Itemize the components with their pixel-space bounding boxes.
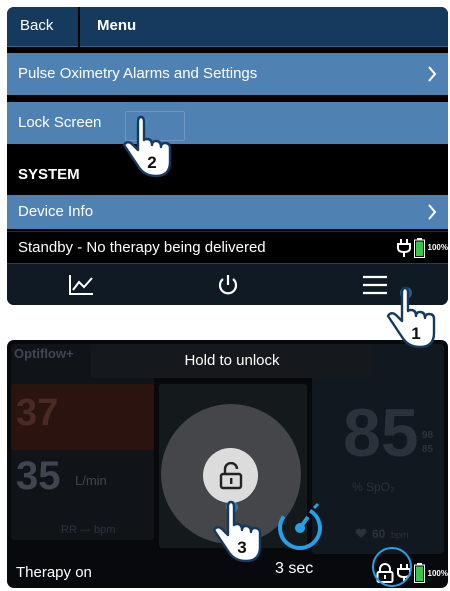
section-heading-system: SYSTEM (18, 166, 80, 183)
plug-icon (396, 238, 411, 257)
hold-to-unlock-prompt: Hold to unlock (91, 344, 373, 378)
menu-item-pulse-oximetry[interactable]: Pulse Oximetry Alarms and Settings (7, 53, 448, 95)
step-3-number: 3 (237, 538, 246, 557)
spo2-value: 85 (343, 395, 419, 471)
step-2-number: 2 (147, 153, 156, 172)
menu-item-label: Lock Screen (18, 114, 102, 131)
trend-button[interactable] (7, 264, 154, 305)
spo2-label: % SpO₂ (352, 480, 395, 494)
battery-percent: 100% (427, 568, 448, 578)
menu-screen: Back Menu Pulse Oximetry Alarms and Sett… (7, 7, 448, 305)
power-button[interactable] (154, 264, 301, 305)
heart-icon (355, 528, 367, 538)
step-1-number: 1 (411, 324, 420, 343)
chevron-right-icon (428, 66, 437, 82)
status-text: Standby - No therapy being delivered (18, 239, 266, 256)
battery-icon (413, 237, 425, 258)
rr-label: RR — bpm (61, 524, 116, 536)
tap-hand-step-2-icon: 2 (122, 115, 172, 178)
battery-percent: 100% (427, 242, 448, 252)
menu-header: Back Menu (7, 7, 448, 47)
unlock-button[interactable] (203, 448, 258, 503)
menu-item-label: Device Info (18, 203, 94, 220)
oxygen-value: 37 (16, 392, 59, 434)
flow-tab-label: Optiflow+ (14, 346, 74, 361)
status-bar: Standby - No therapy being delivered 100… (7, 231, 448, 263)
power-icon (218, 274, 237, 294)
unlocked-padlock-icon (219, 461, 242, 489)
tap-hand-step-3-icon: 3 (212, 500, 262, 563)
lock-indicator-highlight-ring (372, 547, 412, 587)
back-button[interactable]: Back (7, 7, 80, 47)
battery-icon (413, 563, 425, 583)
menu-item-device-info[interactable]: Device Info (7, 195, 448, 229)
spo2-limit-low: 85 (422, 444, 434, 455)
trend-chart-icon (68, 274, 93, 295)
pulse-unit: bpm (391, 530, 409, 540)
timer-icon (278, 502, 322, 550)
menu-title: Menu (97, 17, 137, 34)
chevron-right-icon (428, 204, 437, 220)
menu-item-label: Pulse Oximetry Alarms and Settings (18, 65, 258, 82)
tap-hand-step-1-icon: 1 (386, 286, 436, 349)
menu-item-lock-screen[interactable]: Lock Screen (7, 102, 448, 144)
spo2-limit-high: 98 (422, 430, 434, 441)
pulse-value: 60 (372, 527, 386, 541)
status-icons: 100% (396, 232, 448, 263)
flow-value: 35 (16, 454, 61, 498)
flow-unit: L/min (75, 473, 107, 488)
